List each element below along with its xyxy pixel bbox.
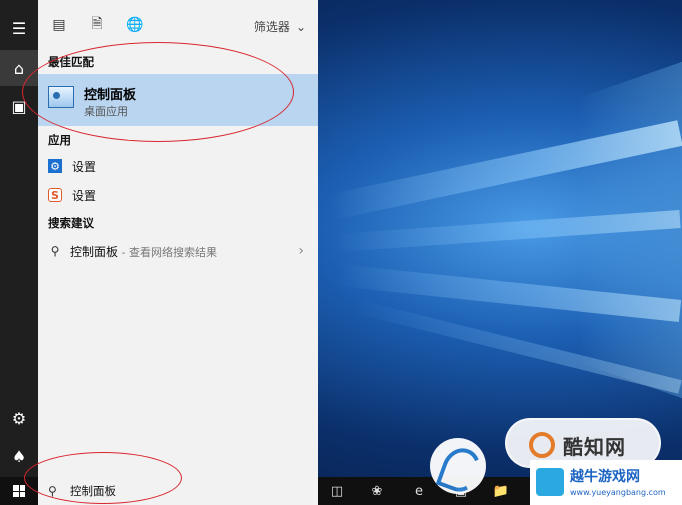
app-item-settings-sogou[interactable]: S 设置 [38, 181, 318, 209]
filter-dropdown[interactable]: 筛选器 ⌄ [254, 18, 306, 35]
task-view-icon[interactable]: ◫ [328, 482, 346, 500]
annotation-ellipse-best-match [22, 42, 294, 142]
search-icon: ⚲ [50, 244, 60, 258]
panel-toolbar: ▤ 🗎 🌐 筛选器 ⌄ [38, 0, 318, 48]
suggestion-subtext: - 查看网络搜索结果 [118, 245, 217, 259]
app-icon[interactable]: ❀ [368, 482, 386, 500]
edge-browser-icon[interactable]: e [410, 482, 428, 500]
watermark-corner-title: 越牛游戏网 [570, 469, 640, 485]
app-label: 设置 [72, 159, 97, 174]
settings-gear-icon[interactable]: ⚙ [0, 400, 38, 436]
annotation-ellipse-search-box [24, 452, 182, 504]
watermark-logo-icon [430, 438, 486, 494]
filter-label: 筛选器 [253, 20, 290, 34]
chevron-down-icon: ⌄ [295, 19, 306, 34]
gear-icon: ⚙ [48, 159, 62, 173]
file-explorer-icon[interactable]: 📁 [492, 482, 510, 500]
hamburger-menu-icon[interactable]: ☰ [0, 10, 38, 46]
suggestion-item[interactable]: ⚲ 控制面板 - 查看网络搜索结果 › [38, 237, 318, 265]
app-label: 设置 [72, 188, 97, 203]
suggestion-label: 控制面板 - 查看网络搜索结果 [70, 243, 217, 260]
document-view-icon[interactable]: ▤ [50, 16, 68, 34]
watermark-badge-text: 酷知网 [563, 435, 626, 459]
watermark-house-icon [536, 468, 564, 496]
windows-logo-icon [13, 485, 25, 497]
app-item-settings[interactable]: ⚙ 设置 [38, 152, 318, 180]
section-apps: 应用 [48, 133, 71, 147]
watermark-corner-url: www.yueyangbang.com [570, 488, 666, 497]
file-icon[interactable]: 🗎 [88, 16, 106, 34]
watermark-dot-icon [529, 432, 555, 458]
sogou-icon: S [48, 188, 62, 202]
watermark-corner: 越牛游戏网 www.yueyangbang.com [530, 460, 682, 505]
section-suggestions: 搜索建议 [48, 216, 94, 230]
chevron-right-icon: › [298, 243, 304, 259]
globe-icon[interactable]: 🌐 [126, 16, 144, 34]
suggestion-text: 控制面板 [70, 244, 119, 259]
